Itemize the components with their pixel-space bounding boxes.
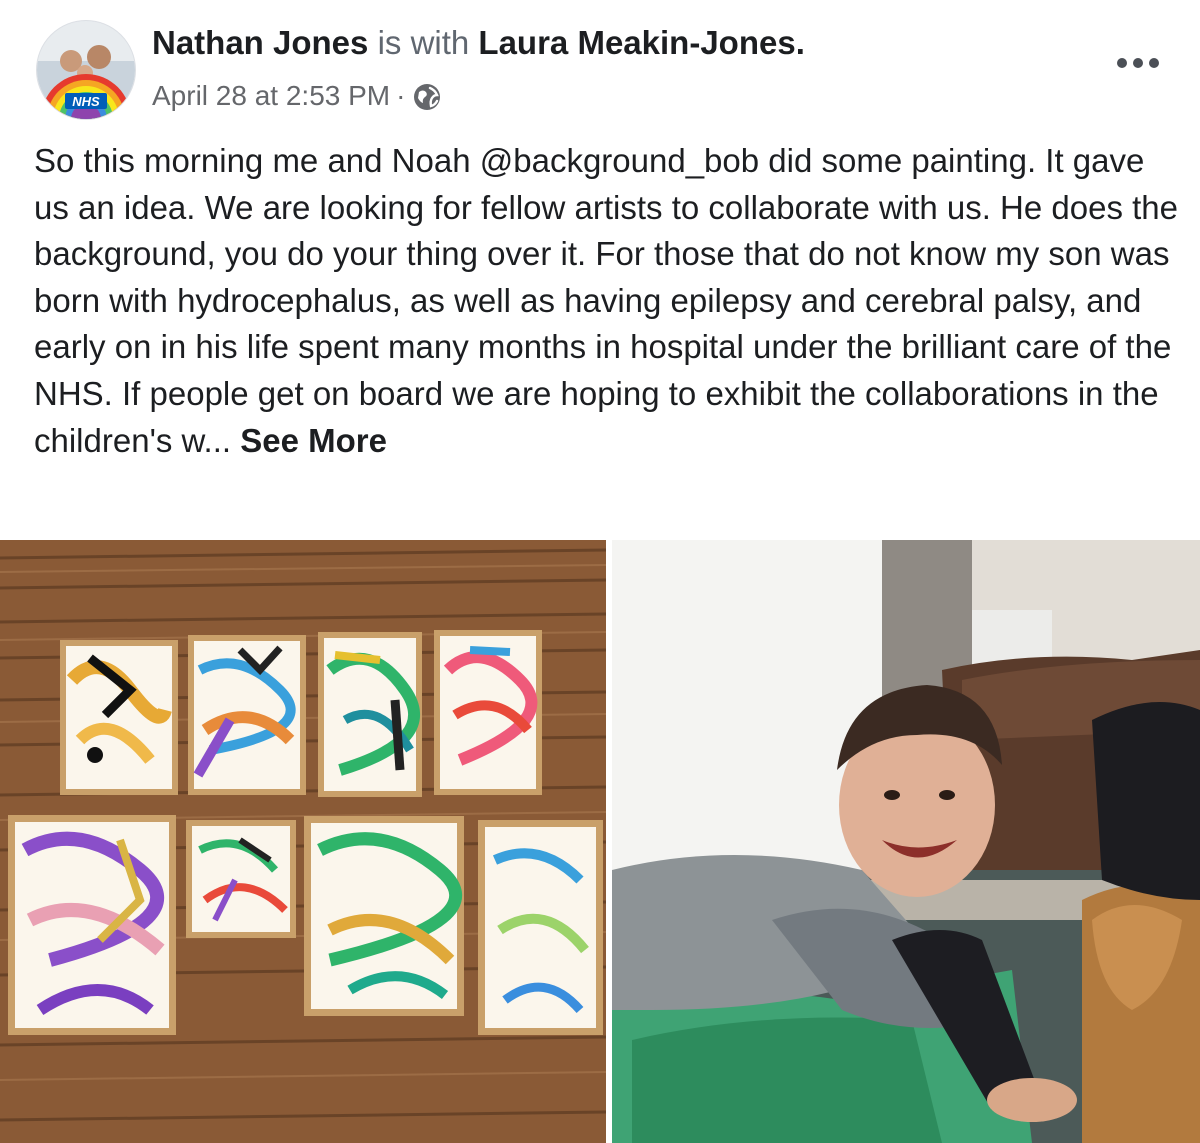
post-header: NHS Nathan Jones is with Laura Meakin-Jo… <box>0 0 1200 130</box>
post-meta: April 28 at 2:53 PM · <box>152 76 441 116</box>
post-timestamp[interactable]: April 28 at 2:53 PM <box>152 76 390 116</box>
author-name[interactable]: Nathan Jones <box>152 24 368 61</box>
tagged-user-name[interactable]: Laura Meakin-Jones. <box>478 24 804 61</box>
post-body-text: So this morning me and Noah @background_… <box>34 138 1182 464</box>
photo-grid <box>0 540 1200 1143</box>
post-message: So this morning me and Noah @background_… <box>34 142 1178 459</box>
post-names: Nathan Jones is with Laura Meakin-Jones. <box>152 22 805 64</box>
more-horizontal-icon <box>1117 58 1159 68</box>
more-options-button[interactable] <box>1112 48 1164 78</box>
globe-icon[interactable] <box>413 82 441 110</box>
see-more-link[interactable]: See More <box>240 422 387 459</box>
meta-separator: · <box>396 80 406 111</box>
svg-text:NHS: NHS <box>72 94 100 109</box>
photo-boy-with-dog[interactable] <box>612 540 1200 1143</box>
avatar[interactable]: NHS <box>36 20 136 120</box>
photo-paintings[interactable] <box>0 540 606 1143</box>
with-text: is with <box>377 24 470 61</box>
facebook-post: NHS Nathan Jones is with Laura Meakin-Jo… <box>0 0 1200 1143</box>
